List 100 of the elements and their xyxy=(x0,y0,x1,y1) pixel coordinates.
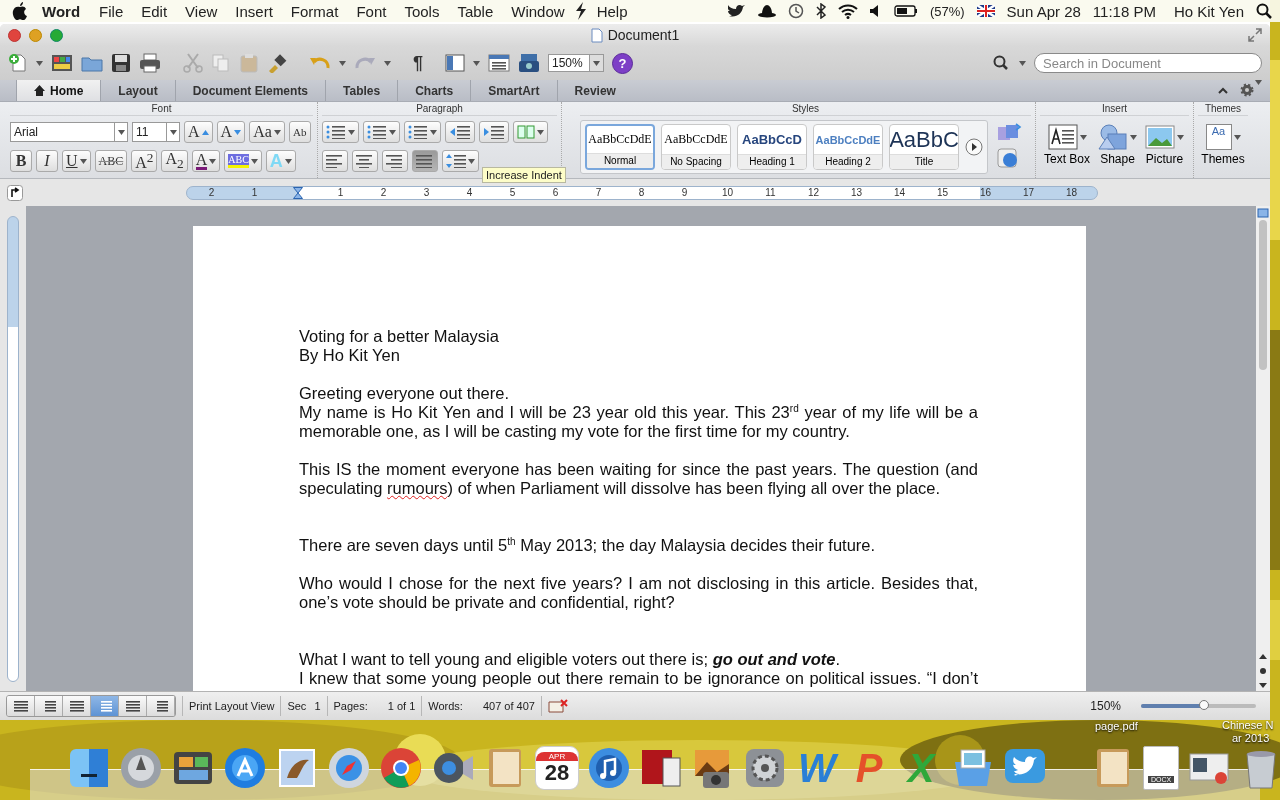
app-menu[interactable]: Word xyxy=(28,2,91,20)
caret-icon[interactable] xyxy=(273,129,281,135)
tab-selector-icon[interactable] xyxy=(7,184,23,201)
formatting-marks-button[interactable]: ¶ xyxy=(413,52,423,74)
insert-button[interactable]: Shape xyxy=(1094,124,1142,166)
battery-icon[interactable] xyxy=(893,5,918,17)
paragraph-marker-icon[interactable] xyxy=(996,147,1020,169)
shrink-font-button[interactable]: A xyxy=(216,121,246,143)
menu-item[interactable]: Edit xyxy=(132,2,177,20)
menu-item[interactable]: File xyxy=(90,2,133,20)
desktop-file-label[interactable]: page.pdf xyxy=(1095,720,1138,733)
calendar-icon[interactable]: APR 28 xyxy=(535,746,579,790)
toolbox-icon[interactable] xyxy=(488,53,510,73)
change-case-button[interactable]: Aa xyxy=(249,121,285,143)
caret-icon[interactable] xyxy=(1019,60,1026,66)
columns-button[interactable] xyxy=(513,121,548,143)
caret-icon[interactable] xyxy=(468,158,475,164)
wifi-icon[interactable] xyxy=(837,3,858,19)
clear-formatting-button[interactable]: Ab xyxy=(288,121,311,143)
caret-icon[interactable] xyxy=(1233,134,1241,140)
bold-button[interactable]: B xyxy=(10,150,32,172)
paintbrush-icon[interactable] xyxy=(267,53,287,73)
view-button[interactable] xyxy=(63,696,91,716)
insert-button[interactable]: Picture xyxy=(1141,124,1189,166)
center-button[interactable] xyxy=(352,150,378,172)
document-page[interactable] xyxy=(193,226,1086,691)
clock-history-icon[interactable] xyxy=(787,3,804,19)
browse-object-icon[interactable] xyxy=(1257,665,1269,677)
horizontal-ruler[interactable]: 2 1 1 2 3 4 5 6 7 8 9 10 11 12 13 14 15 16 17 18 xyxy=(186,185,1098,200)
view-button[interactable] xyxy=(7,696,35,716)
caret-icon[interactable] xyxy=(36,60,43,66)
font-color-button[interactable]: A xyxy=(191,150,221,172)
caret-icon[interactable] xyxy=(1130,134,1138,140)
font-size-field[interactable]: 11 xyxy=(132,122,180,142)
caret-icon[interactable] xyxy=(250,158,258,164)
ribbon-tab[interactable]: Review xyxy=(556,80,633,101)
caret-icon[interactable] xyxy=(209,158,217,164)
highlight-button[interactable]: ABC xyxy=(224,150,262,172)
menu-item[interactable]: Format xyxy=(281,2,348,20)
increase-indent-button[interactable] xyxy=(479,121,509,143)
decrease-indent-button[interactable] xyxy=(445,121,475,143)
sidebar-icon[interactable] xyxy=(445,53,465,73)
flag-icon[interactable] xyxy=(976,5,995,17)
style-item[interactable]: AaBbCcD Heading 1 xyxy=(737,124,807,170)
bird-icon[interactable] xyxy=(727,4,746,18)
style-item[interactable]: AaBbC Title xyxy=(889,124,959,170)
caret-icon[interactable] xyxy=(1079,134,1087,140)
compass-icon[interactable] xyxy=(327,746,371,790)
menu-item[interactable]: Insert xyxy=(226,2,282,20)
indent-marker-icon[interactable] xyxy=(292,186,303,199)
style-item[interactable]: AaBbCcDdE Normal xyxy=(585,124,655,170)
printer-icon[interactable] xyxy=(139,53,161,73)
caret-icon[interactable] xyxy=(430,129,437,135)
bowler-hat-icon[interactable] xyxy=(757,4,776,18)
subscript-button[interactable]: A$_{2}$ xyxy=(161,150,188,172)
caret-icon[interactable] xyxy=(537,129,544,135)
bullets-button[interactable] xyxy=(322,121,359,143)
split-handle-icon[interactable] xyxy=(1257,208,1269,218)
styles-pane-icon[interactable] xyxy=(996,121,1024,141)
ribbon-tab[interactable]: Layout xyxy=(100,80,175,101)
view-button[interactable] xyxy=(147,696,175,716)
multilevel-list-button[interactable] xyxy=(404,121,441,143)
line-spacing-button[interactable] xyxy=(442,150,479,172)
caret-icon[interactable] xyxy=(384,60,391,66)
justify-button[interactable] xyxy=(412,150,438,172)
themes-button[interactable]: Aa Themes xyxy=(1198,124,1248,166)
ribbon-tab[interactable]: Home xyxy=(16,80,101,101)
close-icon[interactable] xyxy=(8,28,21,42)
menu-date[interactable]: Sun Apr 28 xyxy=(1006,2,1081,20)
style-item[interactable]: AaBbCcDdE Heading 2 xyxy=(813,124,883,170)
bluetooth-icon[interactable] xyxy=(815,3,826,19)
caret-icon[interactable] xyxy=(593,60,600,66)
rocket-icon[interactable] xyxy=(119,746,163,790)
zoom-icon[interactable] xyxy=(50,28,63,42)
ribbon-tab[interactable]: Document Elements xyxy=(174,80,326,101)
zoom-dropdown[interactable]: 150% xyxy=(548,54,604,72)
clipboard-icon[interactable] xyxy=(239,53,259,73)
align-right-button[interactable] xyxy=(382,150,408,172)
menu-item[interactable]: Help xyxy=(587,2,637,20)
script-icon[interactable] xyxy=(573,2,588,20)
app-store-icon[interactable] xyxy=(223,746,267,790)
user-name[interactable]: Ho Kit Yen xyxy=(1173,2,1244,20)
caret-icon[interactable] xyxy=(389,129,396,135)
caret-icon[interactable] xyxy=(339,60,346,66)
slider-thumb[interactable] xyxy=(1199,700,1210,710)
media-browser-icon[interactable] xyxy=(518,53,540,73)
menu-item[interactable]: Window xyxy=(502,2,574,20)
new-document-icon[interactable] xyxy=(8,53,28,73)
save-icon[interactable] xyxy=(111,53,131,73)
align-left-button[interactable] xyxy=(322,150,348,172)
menu-item[interactable]: Table xyxy=(448,2,503,20)
music-note-icon[interactable] xyxy=(587,746,631,790)
menu-item[interactable]: Tools xyxy=(395,2,449,20)
menu-item[interactable]: Font xyxy=(347,2,396,20)
caret-icon[interactable] xyxy=(169,129,177,135)
numbering-button[interactable] xyxy=(363,121,400,143)
caret-icon[interactable] xyxy=(1177,134,1185,140)
gear-icon[interactable] xyxy=(743,746,787,790)
apple-icon[interactable] xyxy=(12,2,28,20)
ribbon-tab[interactable]: Tables xyxy=(325,80,398,101)
